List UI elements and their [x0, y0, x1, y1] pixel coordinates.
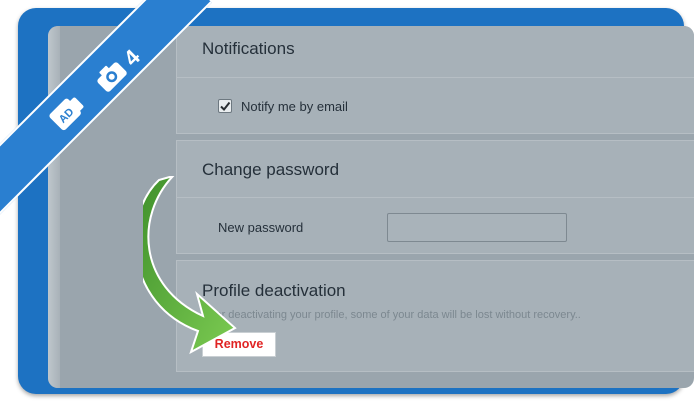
new-password-input[interactable]	[387, 213, 567, 242]
divider	[177, 77, 694, 78]
email-checkbox-label: Notify me by email	[241, 99, 348, 114]
corner-badge: AD 4	[0, 0, 220, 220]
badge-ribbon	[0, 0, 212, 215]
checkmark-icon	[220, 101, 231, 112]
email-checkbox[interactable]	[218, 99, 232, 113]
notifications-section: Notifications Notify me by email	[176, 26, 694, 134]
